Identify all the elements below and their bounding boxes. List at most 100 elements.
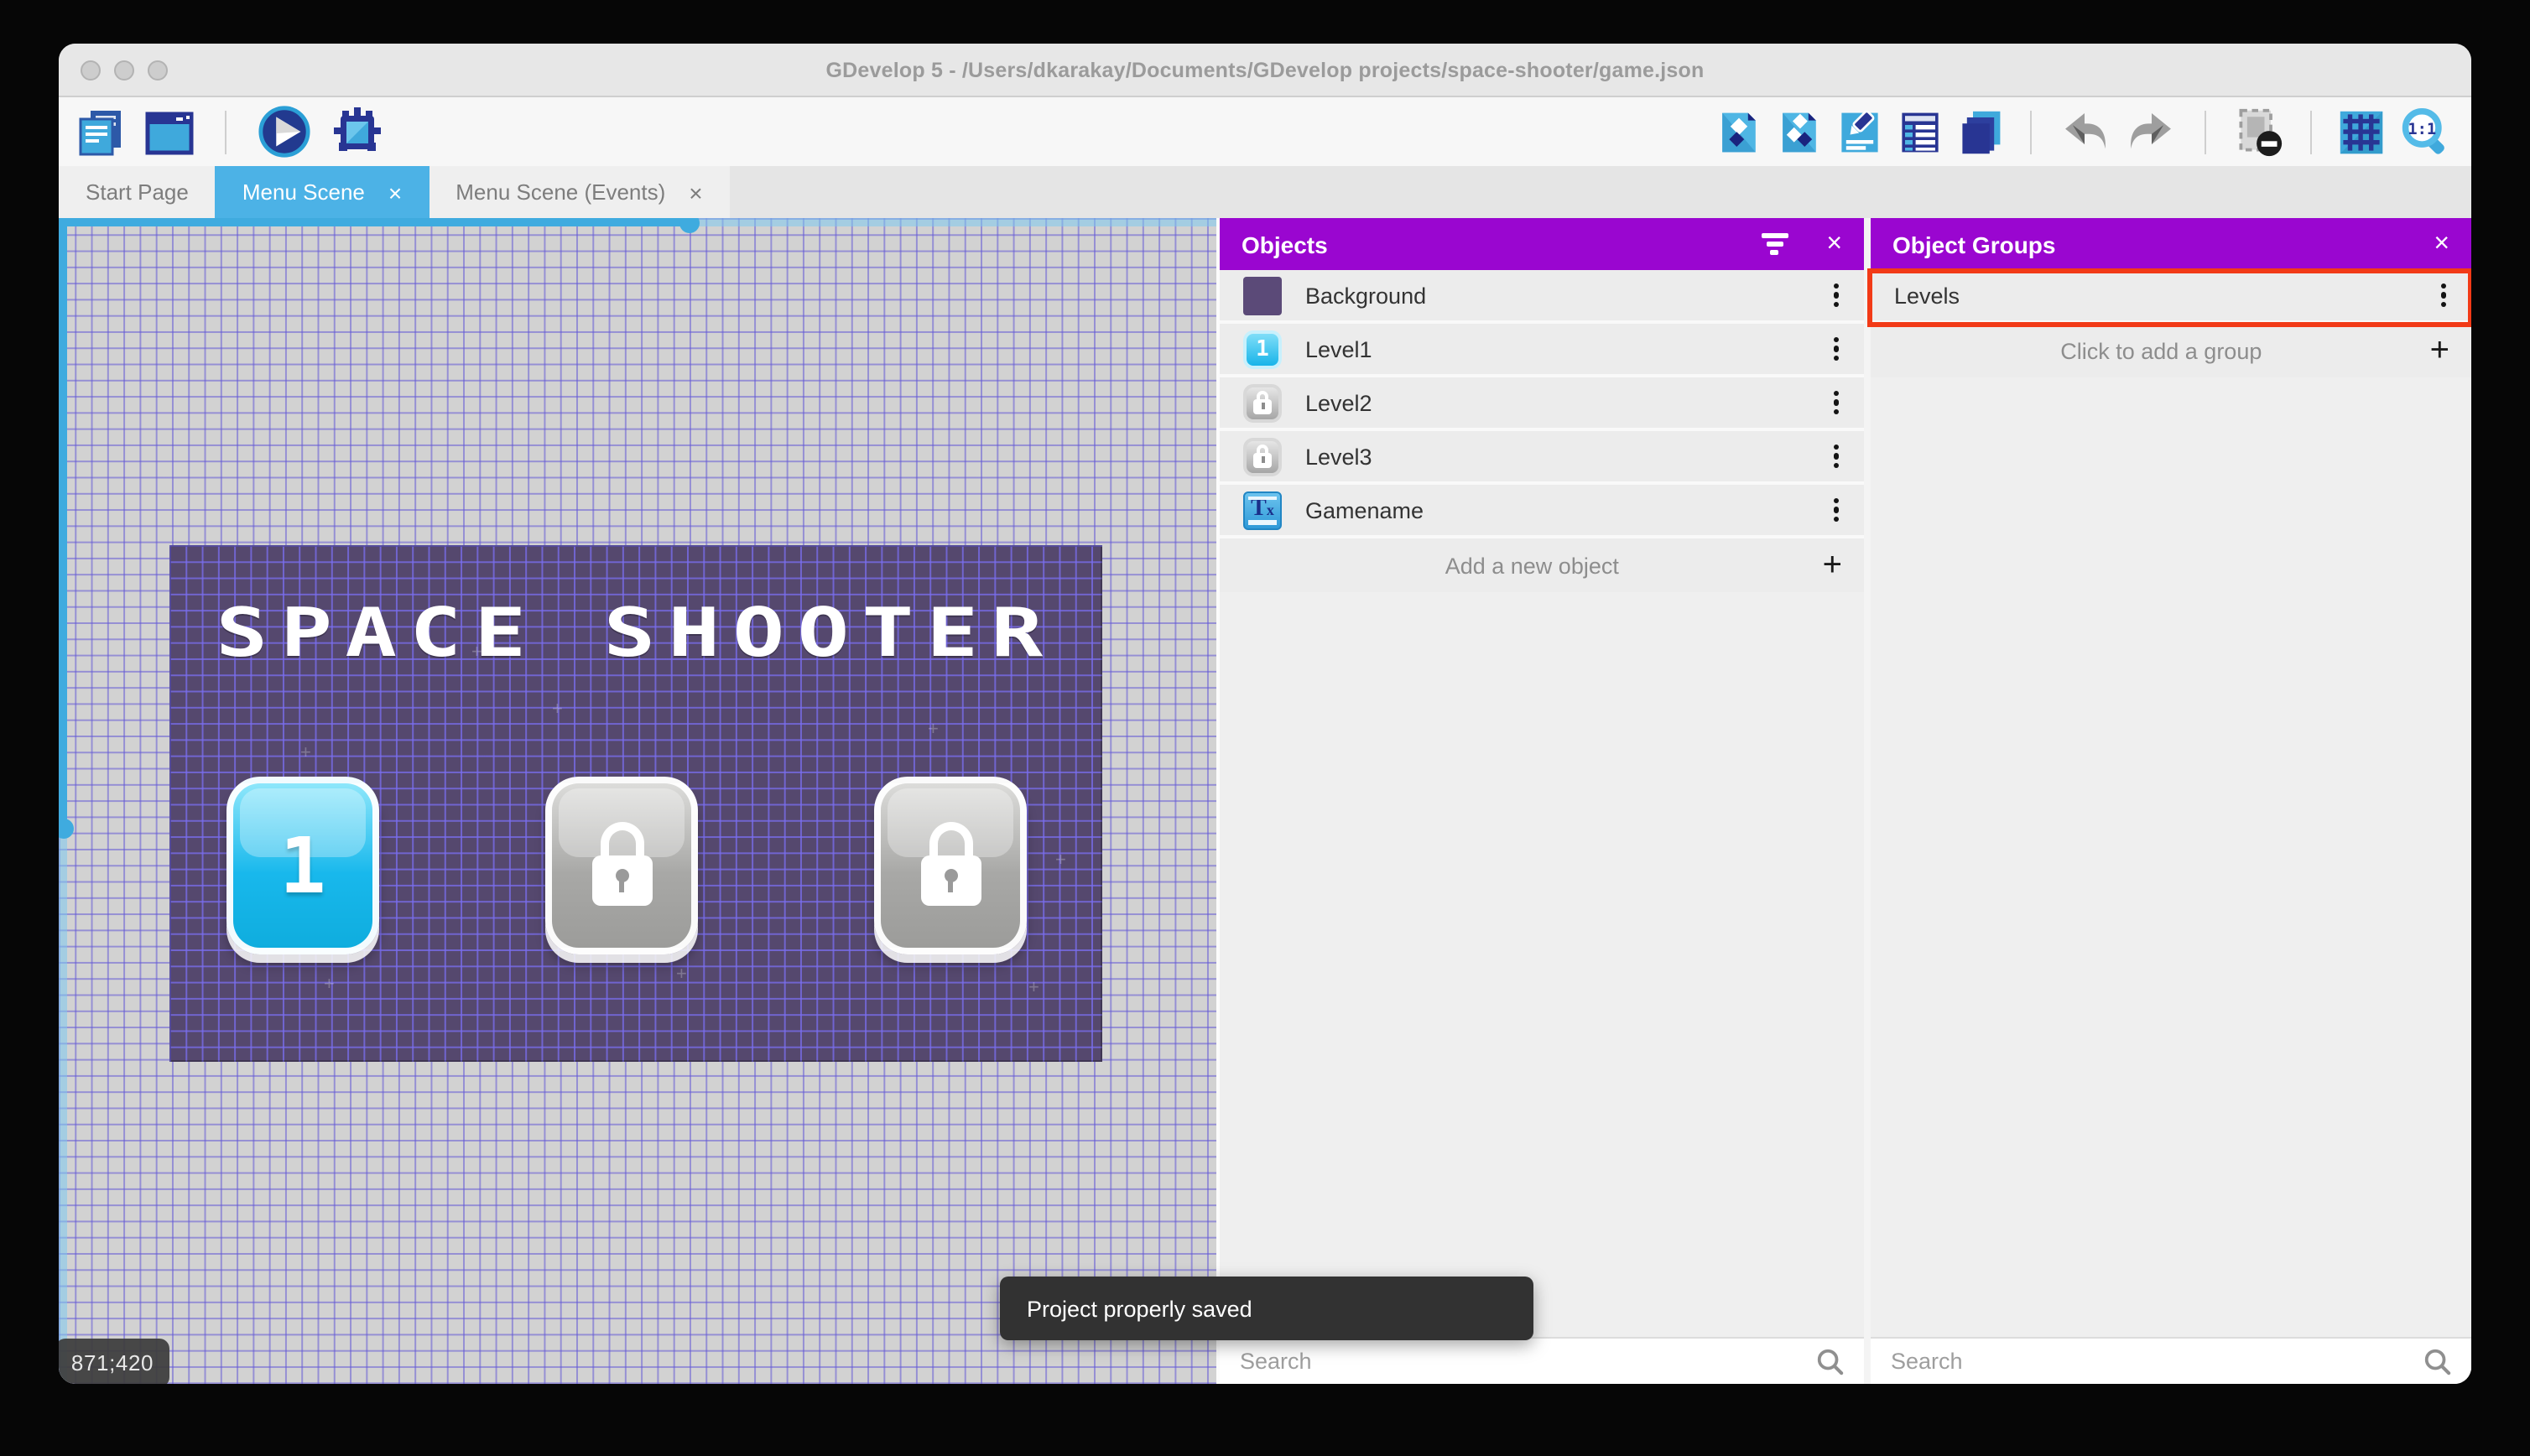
text-object-thumbnail-icon: Tx: [1243, 491, 1282, 529]
redo-icon[interactable]: [2126, 107, 2178, 157]
tab-bar: Start Page Menu Scene × Menu Scene (Even…: [59, 166, 2471, 218]
groups-search-input[interactable]: [1891, 1349, 2409, 1374]
object-menu-icon[interactable]: [1830, 440, 1842, 471]
search-icon[interactable]: [1815, 1347, 1844, 1375]
groups-search-bar: [1871, 1337, 2471, 1384]
object-label: Level3: [1305, 444, 1372, 469]
hscroll-knob[interactable]: [679, 218, 700, 233]
level-number: 1: [279, 820, 326, 911]
tab-label: Menu Scene (Events): [456, 179, 666, 205]
tab-menu-scene-events[interactable]: Menu Scene (Events) ×: [429, 166, 730, 218]
groups-panel-body: [1871, 377, 2471, 1337]
tab-start-page[interactable]: Start Page: [59, 166, 216, 218]
objects-search-input[interactable]: [1240, 1349, 1802, 1374]
zoom-1-1-icon[interactable]: 1:1: [2399, 107, 2451, 157]
svg-text:1:1: 1:1: [2408, 120, 2436, 138]
vscroll-knob[interactable]: [59, 819, 73, 839]
tab-menu-scene[interactable]: Menu Scene ×: [215, 166, 429, 218]
project-manager-icon[interactable]: [75, 107, 126, 157]
toolbar-divider: [225, 110, 226, 153]
level3-button-instance[interactable]: [874, 777, 1027, 954]
group-menu-icon[interactable]: [2438, 279, 2449, 310]
properties-icon[interactable]: [1837, 107, 1882, 157]
object-menu-icon[interactable]: [1830, 494, 1842, 525]
minimize-window-button[interactable]: [114, 60, 134, 80]
panel-divider: [1864, 218, 1871, 1384]
toolbar: 1:1: [59, 97, 2471, 166]
close-window-button[interactable]: [81, 60, 101, 80]
content-area: + + + + + + + + SPACE SHOOTER 1 871;420 …: [59, 218, 2471, 1384]
add-group-label: Click to add a group: [2060, 338, 2262, 363]
objects-panel-header: Objects ×: [1220, 218, 1864, 270]
level2-thumbnail-icon: [1243, 383, 1282, 422]
object-label: Level1: [1305, 336, 1372, 361]
plus-icon[interactable]: +: [2430, 334, 2449, 367]
level2-button-instance[interactable]: [545, 777, 698, 954]
layers-icon[interactable]: [1958, 107, 2003, 157]
object-row-gamename[interactable]: Tx Gamename: [1220, 485, 1864, 538]
background-object-instance[interactable]: + + + + + + + + SPACE SHOOTER 1: [169, 545, 1102, 1062]
window-title: GDevelop 5 - /Users/dkarakay/Documents/G…: [825, 58, 1705, 81]
panel-title: Object Groups: [1892, 231, 2056, 257]
objects-search-bar: [1220, 1337, 1864, 1384]
search-icon[interactable]: [2423, 1347, 2451, 1375]
add-group-row[interactable]: Click to add a group +: [1871, 324, 2471, 377]
add-object-label: Add a new object: [1445, 553, 1619, 578]
group-label: Levels: [1894, 283, 1960, 308]
tab-label: Menu Scene: [242, 179, 365, 205]
canvas-horizontal-scrollbar[interactable]: [59, 218, 1216, 233]
toast-message: Project properly saved: [1027, 1296, 1252, 1321]
scene-title-text: SPACE SHOOTER: [216, 595, 1056, 673]
object-groups-panel: Object Groups × Levels Click to add a gr…: [1867, 218, 2471, 1384]
screenshot-stage: GDevelop 5 - /Users/dkarakay/Documents/G…: [0, 0, 2530, 1456]
close-panel-icon[interactable]: ×: [2434, 230, 2449, 257]
object-label: Gamename: [1305, 497, 1424, 523]
panel-title: Objects: [1242, 231, 1328, 257]
gdevelop-window: GDevelop 5 - /Users/dkarakay/Documents/G…: [59, 44, 2471, 1384]
plus-icon[interactable]: +: [1823, 549, 1842, 582]
object-row-level1[interactable]: 1 Level1: [1220, 324, 1864, 377]
group-row-wrap: Levels: [1867, 268, 2471, 327]
traffic-lights: [81, 44, 168, 96]
level3-thumbnail-icon: [1243, 437, 1282, 476]
object-row-level2[interactable]: Level2: [1220, 377, 1864, 431]
save-toast: Project properly saved: [1000, 1277, 1533, 1340]
background-thumbnail-icon: [1243, 276, 1282, 315]
object-groups-editor-icon[interactable]: [1777, 107, 1822, 157]
level1-button-instance[interactable]: 1: [226, 777, 379, 954]
scene-window-icon[interactable]: [144, 107, 195, 157]
object-label: Level2: [1305, 390, 1372, 415]
scene-canvas[interactable]: + + + + + + + + SPACE SHOOTER 1 871;420: [59, 218, 1216, 1384]
toolbar-divider: [2205, 110, 2206, 153]
debug-icon[interactable]: [331, 105, 384, 159]
mask-remove-icon[interactable]: [2233, 107, 2283, 157]
close-tab-icon[interactable]: ×: [689, 180, 702, 204]
object-menu-icon[interactable]: [1830, 279, 1842, 310]
object-row-level3[interactable]: Level3: [1220, 431, 1864, 485]
close-panel-icon[interactable]: ×: [1826, 230, 1842, 257]
object-menu-icon[interactable]: [1830, 333, 1842, 364]
objects-editor-icon[interactable]: [1716, 107, 1762, 157]
close-tab-icon[interactable]: ×: [388, 180, 402, 204]
zoom-window-button[interactable]: [148, 60, 168, 80]
undo-icon[interactable]: [2059, 107, 2111, 157]
object-row-background[interactable]: Background: [1220, 270, 1864, 324]
filter-icon[interactable]: [1759, 232, 1789, 256]
objects-panel: Objects × Background 1 Level1 Level2 Lev…: [1216, 218, 1864, 1384]
tab-label: Start Page: [86, 179, 189, 205]
groups-panel-header: Object Groups ×: [1871, 218, 2471, 270]
object-label: Background: [1305, 283, 1427, 308]
object-menu-icon[interactable]: [1830, 387, 1842, 418]
level1-thumbnail-icon: 1: [1243, 330, 1282, 368]
toolbar-divider: [2030, 110, 2032, 153]
lock-icon: [588, 822, 655, 909]
add-object-row[interactable]: Add a new object +: [1220, 538, 1864, 592]
canvas-vertical-scrollbar[interactable]: [59, 218, 73, 1384]
group-row-levels[interactable]: Levels: [1871, 270, 2471, 324]
toolbar-divider: [2310, 110, 2312, 153]
instances-list-icon[interactable]: [1898, 107, 1943, 157]
cursor-coordinates-badge: 871;420: [59, 1339, 169, 1384]
play-icon[interactable]: [257, 104, 312, 159]
objects-panel-body: [1220, 592, 1864, 1337]
grid-icon[interactable]: [2339, 107, 2384, 157]
